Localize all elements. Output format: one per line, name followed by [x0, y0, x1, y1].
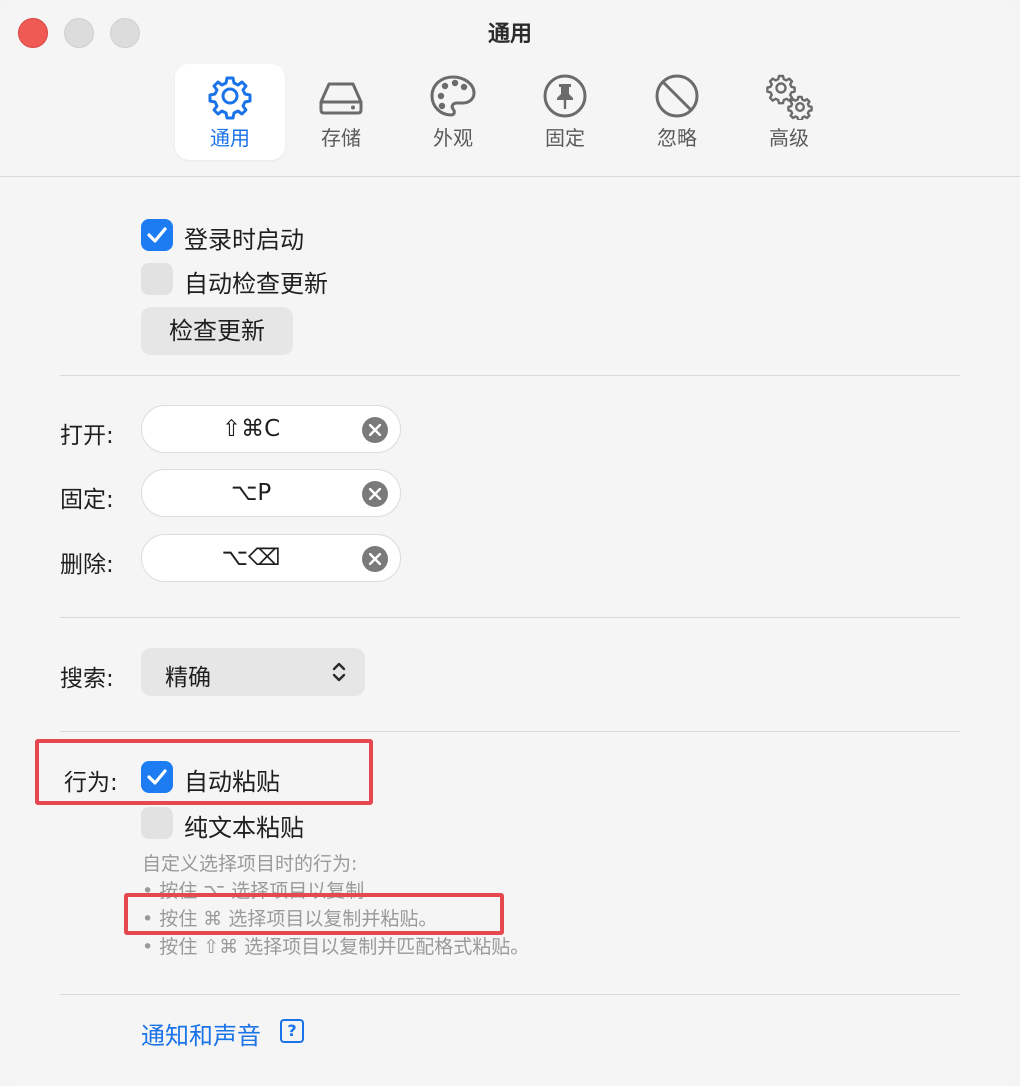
title-bar: 通用 通用 存储 外观 固定 忽略 高级	[0, 0, 1020, 177]
window-title: 通用	[487, 22, 532, 47]
tab-storage[interactable]: 存储	[286, 64, 396, 160]
pin-shortcut-recorder[interactable]: ⌥P	[141, 469, 401, 517]
storage-drive-icon	[319, 82, 363, 115]
tab-label: 存储	[321, 126, 361, 150]
shortcut-keys: ⇧⌘C	[221, 416, 281, 442]
auto-check-updates-checkbox[interactable]	[141, 263, 173, 295]
tab-general[interactable]: 通用	[175, 64, 285, 160]
open-shortcut-recorder[interactable]: ⇧⌘C	[141, 405, 401, 453]
delete-shortcut-recorder[interactable]: ⌥⌫	[141, 534, 401, 582]
tab-pinned[interactable]: 固定	[510, 64, 620, 160]
tab-label: 固定	[545, 126, 585, 150]
chevron-up-down-icon	[332, 662, 346, 682]
open-shortcut-label: 打开:	[60, 423, 114, 449]
divider	[60, 994, 960, 995]
check-updates-button[interactable]: 检查更新	[141, 307, 293, 355]
tab-label: 通用	[210, 126, 250, 150]
behavior-hint-title: 自定义选择项目时的行为:	[142, 853, 358, 875]
shortcut-keys: ⌥P	[230, 480, 272, 506]
palette-icon	[430, 75, 476, 117]
tab-label: 忽略	[657, 126, 697, 150]
gear-icon	[208, 76, 252, 120]
plain-text-paste-checkbox[interactable]	[141, 807, 173, 839]
launch-at-login-checkbox[interactable]	[141, 219, 173, 251]
plain-text-paste-label: 纯文本粘贴	[184, 814, 304, 842]
divider	[60, 731, 960, 732]
pin-shortcut-label: 固定:	[60, 487, 114, 513]
behavior-hint-item: • 按住 ⇧⌘ 选择项目以复制并匹配格式粘贴。	[142, 936, 530, 958]
close-icon	[369, 488, 381, 500]
gears-icon	[766, 74, 813, 120]
notifications-sounds-link[interactable]: 通知和声音	[141, 1016, 261, 1051]
prohibited-icon	[655, 74, 699, 118]
preferences-window: 通用 通用 存储 外观 固定 忽略 高级 登录时启动 自动检查更新 检查更新 打…	[0, 0, 1020, 1086]
clear-shortcut-button[interactable]	[362, 417, 388, 443]
select-value: 精确	[165, 665, 211, 691]
divider	[60, 617, 960, 618]
clear-shortcut-button[interactable]	[362, 546, 388, 572]
close-icon	[369, 553, 381, 565]
tab-label: 高级	[769, 126, 809, 150]
delete-shortcut-label: 删除:	[60, 552, 114, 578]
tab-ignore[interactable]: 忽略	[622, 64, 732, 160]
highlight-box	[124, 893, 504, 935]
tab-advanced[interactable]: 高级	[734, 64, 844, 160]
shortcut-keys: ⌥⌫	[221, 545, 281, 571]
highlight-box	[35, 739, 373, 805]
help-icon[interactable]: ?	[280, 1019, 304, 1043]
search-mode-select[interactable]: 精确	[141, 648, 365, 696]
clear-shortcut-button[interactable]	[362, 481, 388, 507]
launch-at-login-label: 登录时启动	[184, 226, 304, 254]
auto-check-updates-label: 自动检查更新	[184, 270, 328, 298]
search-mode-label: 搜索:	[60, 666, 114, 692]
close-icon	[369, 424, 381, 436]
tab-appearance[interactable]: 外观	[398, 64, 508, 160]
divider	[60, 375, 960, 376]
pin-icon	[543, 74, 587, 118]
tab-label: 外观	[433, 126, 473, 150]
checkmark-icon	[147, 227, 167, 243]
